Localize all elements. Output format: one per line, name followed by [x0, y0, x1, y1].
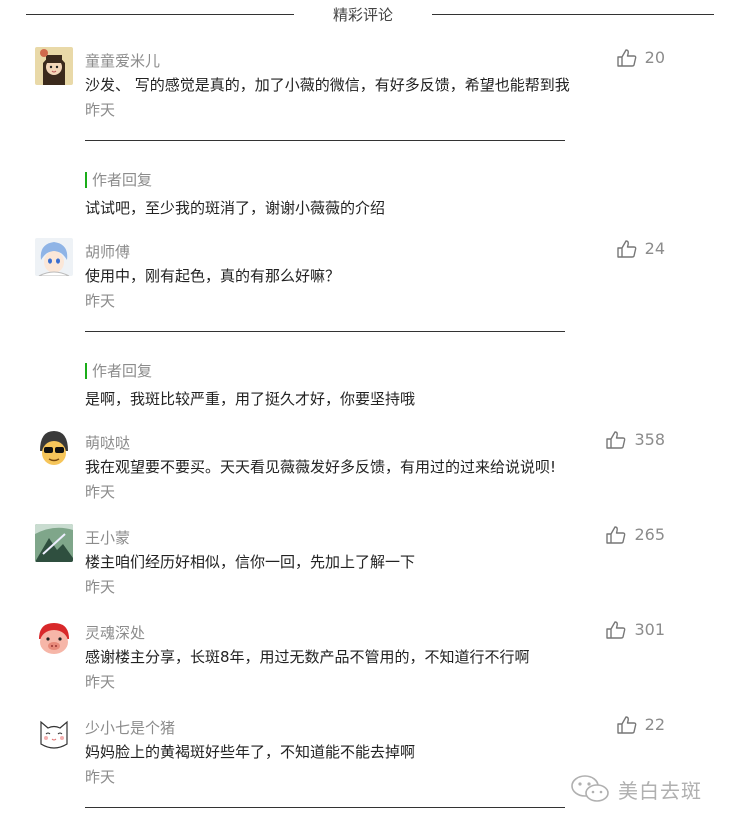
- author-reply: 作者回复 试试吧，至少我的斑消了，谢谢小薇薇的介绍: [85, 172, 385, 218]
- sunglasses-cartoon-avatar-icon[interactable]: [35, 429, 73, 467]
- like-button[interactable]: 22: [616, 715, 665, 734]
- comment-text: 使用中，刚有起色，真的有那么好嘛？: [85, 267, 341, 285]
- comment-time: 昨天: [85, 483, 116, 501]
- comment-nickname[interactable]: 胡师傅: [85, 241, 130, 262]
- comment-text: 妈妈脸上的黄褐斑好些年了，不知道能不能去掉啊: [85, 743, 416, 761]
- like-count: 265: [634, 525, 665, 544]
- comment-time: 昨天: [85, 673, 116, 691]
- like-button[interactable]: 20: [616, 48, 665, 67]
- comment-time: 昨天: [85, 101, 116, 119]
- author-reply: 作者回复 是啊，我斑比较严重，用了挺久才好，你要坚持哦: [85, 363, 415, 409]
- like-button[interactable]: 301: [606, 620, 665, 639]
- section-header: 精彩评论: [0, 0, 735, 28]
- watermark-text: 美白去斑: [618, 778, 702, 803]
- comment-nickname[interactable]: 童童爱米儿: [85, 50, 160, 71]
- comment-divider: [85, 807, 565, 808]
- comment-text: 我在观望要不要买。天天看见薇薇发好多反馈，有用过的过来给说说呗!: [85, 458, 557, 476]
- thumbs-up-icon: [606, 525, 626, 544]
- like-count: 301: [634, 620, 665, 639]
- comment-divider: [85, 140, 565, 141]
- pig-cartoon-avatar-icon[interactable]: [35, 619, 73, 657]
- like-button[interactable]: 24: [616, 239, 665, 258]
- like-count: 20: [644, 48, 665, 67]
- thumbs-up-icon: [616, 715, 637, 734]
- comment-nickname[interactable]: 少小七是个猪: [85, 717, 175, 738]
- cat-sketch-avatar-icon[interactable]: [35, 714, 73, 752]
- comment-divider: [85, 331, 565, 332]
- watermark: 美白去斑: [570, 774, 702, 804]
- section-title: 精彩评论: [332, 6, 393, 24]
- comment-nickname[interactable]: 萌哒哒: [85, 432, 130, 453]
- author-reply-label: 作者回复: [85, 363, 415, 379]
- comment-nickname[interactable]: 王小蒙: [85, 527, 130, 548]
- header-divider-right: [432, 14, 714, 15]
- thumbs-up-icon: [616, 239, 637, 258]
- like-button[interactable]: 265: [606, 525, 665, 544]
- header-divider-left: [26, 14, 294, 15]
- like-count: 358: [634, 430, 665, 449]
- like-button[interactable]: 358: [606, 430, 665, 449]
- comment-time: 昨天: [85, 768, 116, 786]
- thumbs-up-icon: [606, 620, 626, 639]
- comment-text: 沙发、 写的感觉是真的，加了小薇的微信，有好多反馈，希望也能帮到我: [85, 76, 570, 94]
- author-reply-text: 是啊，我斑比较严重，用了挺久才好，你要坚持哦: [85, 390, 416, 408]
- comment-text: 感谢楼主分享，长斑8年，用过无数产品不管用的，不知道行不行啊: [85, 648, 530, 666]
- like-count: 24: [644, 239, 665, 258]
- author-reply-label: 作者回复: [85, 172, 385, 188]
- thumbs-up-icon: [606, 430, 626, 449]
- landscape-avatar-icon[interactable]: [35, 524, 73, 562]
- comment-text: 楼主咱们经历好相似，信你一回，先加上了解一下: [85, 553, 416, 571]
- comment-time: 昨天: [85, 292, 116, 310]
- author-reply-text: 试试吧，至少我的斑消了，谢谢小薇薇的介绍: [85, 199, 386, 217]
- wechat-logo-icon: [571, 775, 609, 802]
- like-count: 22: [644, 715, 665, 734]
- comment-nickname[interactable]: 灵魂深处: [85, 622, 145, 643]
- anime-boy-avatar-icon[interactable]: [35, 238, 73, 276]
- thumbs-up-icon: [616, 48, 637, 67]
- comment-time: 昨天: [85, 578, 116, 596]
- girl-avatar-icon[interactable]: [35, 47, 73, 85]
